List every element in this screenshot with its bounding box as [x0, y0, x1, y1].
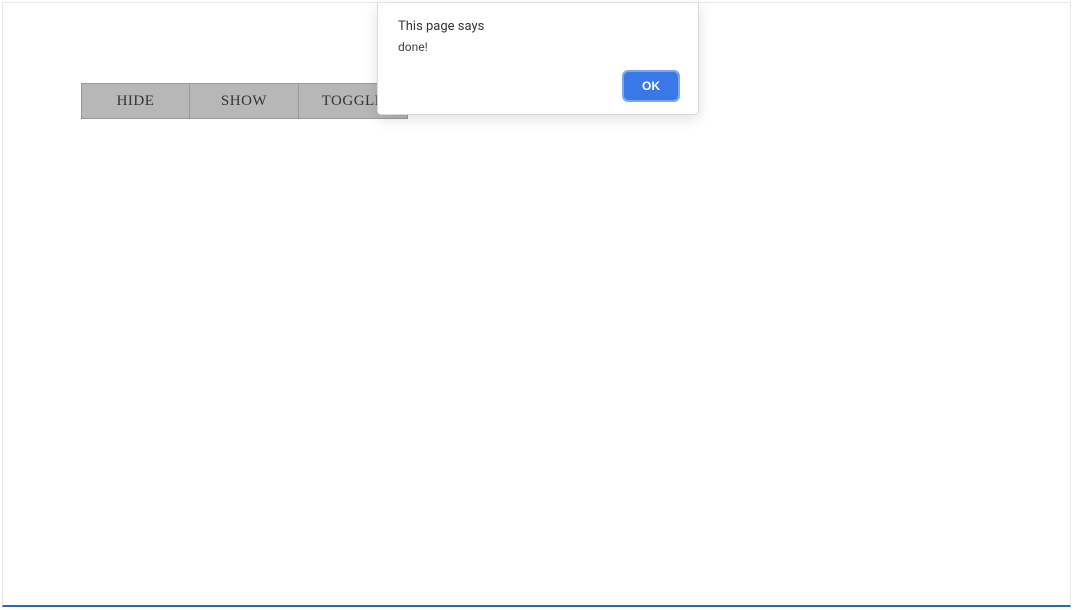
alert-title: This page says [398, 19, 678, 34]
hide-button[interactable]: HIDE [81, 83, 190, 119]
show-button[interactable]: SHOW [190, 83, 299, 119]
page-viewport: HIDE SHOW TOGGLE This page says done! OK [2, 2, 1071, 607]
button-row: HIDE SHOW TOGGLE [81, 83, 408, 119]
ok-button[interactable]: OK [624, 72, 678, 100]
alert-actions: OK [398, 72, 678, 100]
alert-dialog: This page says done! OK [377, 3, 699, 115]
alert-message: done! [398, 40, 678, 54]
